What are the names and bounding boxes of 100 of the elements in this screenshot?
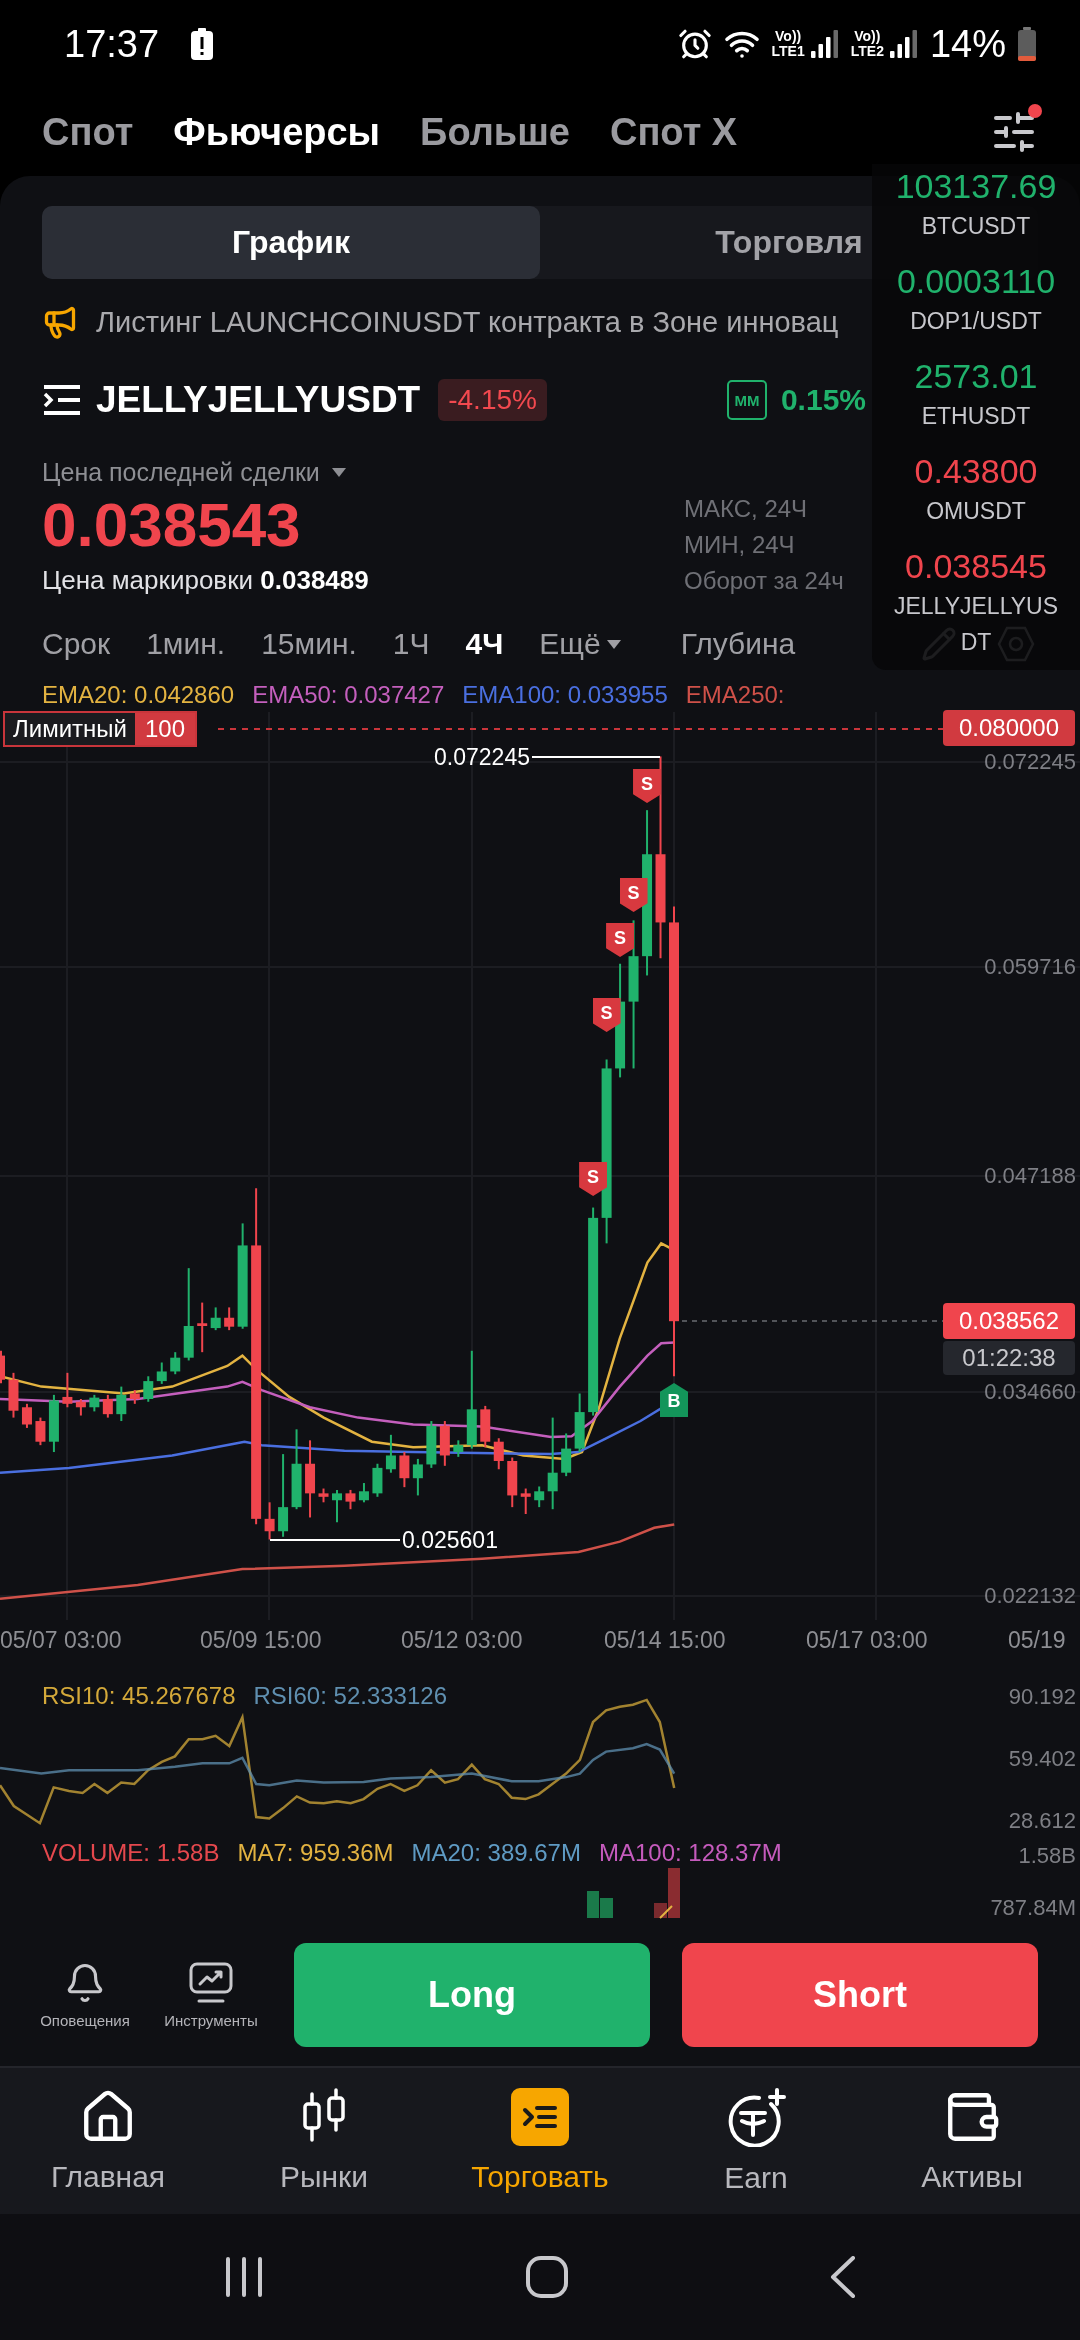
low-price-label: 0.025601 (402, 1527, 498, 1553)
candlestick (224, 1306, 235, 1332)
symbol-name[interactable]: JELLYJELLYUSDT (96, 379, 421, 421)
market-tab[interactable]: Фьючерсы (173, 110, 381, 154)
sell-marker: S (633, 769, 662, 803)
candlestick (156, 1361, 167, 1385)
stat-label: МИН, 24Ч (684, 530, 795, 560)
view-tab[interactable]: График (42, 206, 540, 279)
candlestick (385, 1433, 396, 1474)
mm-rate: 0.15% (780, 383, 866, 417)
ticker-symbol[interactable]: DOP1/USDT (910, 303, 1042, 339)
nav-item[interactable]: Главная (0, 2068, 216, 2214)
alerts-button[interactable]: Оповещения (30, 1961, 140, 2029)
time-axis-label: 05/14 15:00 (604, 1627, 726, 1653)
ticker-price[interactable]: 0.038545 (905, 544, 1047, 588)
timeframe-tab[interactable]: Ещё (539, 627, 621, 661)
ticker-symbol[interactable]: BTCUSDT (921, 208, 1031, 244)
last-price-tag: 0.038562 (943, 1303, 1075, 1339)
volume-bar (600, 1898, 613, 1918)
nav-item[interactable]: Рынки (216, 2068, 432, 2214)
market-tab[interactable]: Спот (42, 110, 134, 154)
order-line-tag[interactable]: Лимитный 100 (3, 711, 197, 747)
alarm-icon (677, 27, 712, 61)
rsi-legend-label: RSI10: 45.267678 (42, 1682, 236, 1710)
sell-marker: S (619, 878, 648, 912)
last-price: 0.038543 (42, 490, 301, 560)
candlestick (197, 1301, 208, 1354)
candlestick (129, 1389, 140, 1405)
price-axis-label: 0.022132 (984, 1583, 1076, 1609)
ticker-price[interactable]: 2573.01 (914, 354, 1038, 398)
battery-icon (1018, 27, 1036, 61)
volume-legend-label: VOLUME: 1.58B (42, 1839, 220, 1867)
recent-apps-icon[interactable] (224, 2256, 264, 2298)
mm-tag: MM (726, 380, 767, 420)
caret-icon (331, 467, 346, 477)
candlestick (318, 1487, 329, 1504)
candlestick (102, 1393, 113, 1419)
signal-icon (810, 30, 839, 58)
nav-item[interactable]: Earn (648, 2068, 864, 2214)
timeframe-tab[interactable]: 1мин. (146, 627, 226, 661)
price-axis-label: 0.047188 (984, 1163, 1076, 1189)
ticker-symbol[interactable]: JELLYJELLYUSDT (886, 588, 1066, 660)
timeframe-tab[interactable]: 4Ч (465, 627, 504, 661)
timeframe-tab[interactable]: Срок (42, 627, 111, 661)
high-price-label: 0.072245 (434, 744, 530, 770)
tools-button[interactable]: Инструменты (156, 1961, 266, 2029)
candlestick (62, 1371, 73, 1409)
nav-item[interactable]: Активы (864, 2068, 1080, 2214)
back-icon[interactable] (830, 2256, 856, 2298)
time-axis-label: 05/19 (1008, 1627, 1066, 1653)
time-axis-label: 05/17 03:00 (806, 1627, 928, 1653)
megaphone-icon (42, 304, 78, 340)
battery-percent: 14% (929, 22, 1006, 66)
depth-tab[interactable]: Глубина (680, 627, 796, 661)
volume-axis-label: 787.84M (990, 1895, 1076, 1921)
order-quantity-label: 100 (134, 713, 195, 745)
candlestick (170, 1351, 181, 1376)
volume-legend-label: MA7: 959.36M (237, 1839, 394, 1867)
time-axis-label: 05/12 03:00 (401, 1627, 523, 1653)
market-tab[interactable]: Больше (420, 110, 570, 154)
volume-legend-label: MA100: 128.37M (598, 1839, 782, 1867)
network-type-label: LTE2 (850, 44, 884, 59)
sell-marker: S (579, 1162, 608, 1196)
volume-legend-label: MA20: 389.67M (411, 1839, 581, 1867)
indicator-legend-label: EMA100: 0.033955 (462, 681, 668, 709)
rsi-axis-label: 28.612 (1008, 1808, 1076, 1834)
candlestick (439, 1420, 450, 1467)
list-menu-icon[interactable] (42, 384, 82, 416)
candlestick (35, 1416, 46, 1447)
time-axis-label: 05/07 03:00 (0, 1627, 122, 1653)
rsi-axis-label: 59.402 (1008, 1746, 1076, 1772)
candlestick (332, 1488, 342, 1524)
announcement-text[interactable]: Листинг LAUNCHCOINUSDT контракта в Зоне инновац (96, 305, 839, 339)
ticker-price[interactable]: 103137.69 (895, 164, 1057, 208)
timeframe-tab[interactable]: 15мин. (261, 627, 357, 661)
candlestick (493, 1437, 504, 1471)
candlestick (412, 1457, 423, 1497)
home-icon[interactable] (526, 2256, 568, 2298)
timeframe-tab[interactable]: 1Ч (392, 627, 430, 661)
price-axis-label: 0.072245 (984, 749, 1076, 775)
stat-label: Оборот за 24ч (684, 566, 844, 596)
price-type-dropdown[interactable]: Цена последней сделки (42, 454, 346, 490)
ticker-symbol[interactable]: ETHUSDT (921, 398, 1031, 434)
volume-axis-label: 1.58B (1018, 1843, 1076, 1869)
countdown-tag: 01:22:38 (943, 1341, 1075, 1375)
candlestick (534, 1485, 545, 1509)
ticker-symbol[interactable]: OMUSDT (926, 493, 1026, 529)
ticker-price[interactable]: 0.43800 (914, 449, 1038, 493)
market-tab[interactable]: Спот X (609, 110, 738, 154)
order-type-label: Лимитный (12, 714, 128, 744)
chart-monitor-icon (189, 1961, 233, 2004)
alert-icon (191, 28, 214, 60)
indicator-legend-label: EMA20: 0.042860 (42, 681, 235, 709)
candlestick (507, 1456, 518, 1509)
nav-item[interactable]: Торговать (432, 2068, 648, 2214)
ticker-price[interactable]: 0.0003110 (896, 259, 1056, 303)
short-button[interactable]: Short (682, 1943, 1038, 2047)
stat-label: МАКС, 24Ч (684, 494, 808, 524)
mark-price: Цена маркировки 0.038489 (42, 564, 369, 597)
volume-bar (587, 1891, 599, 1918)
